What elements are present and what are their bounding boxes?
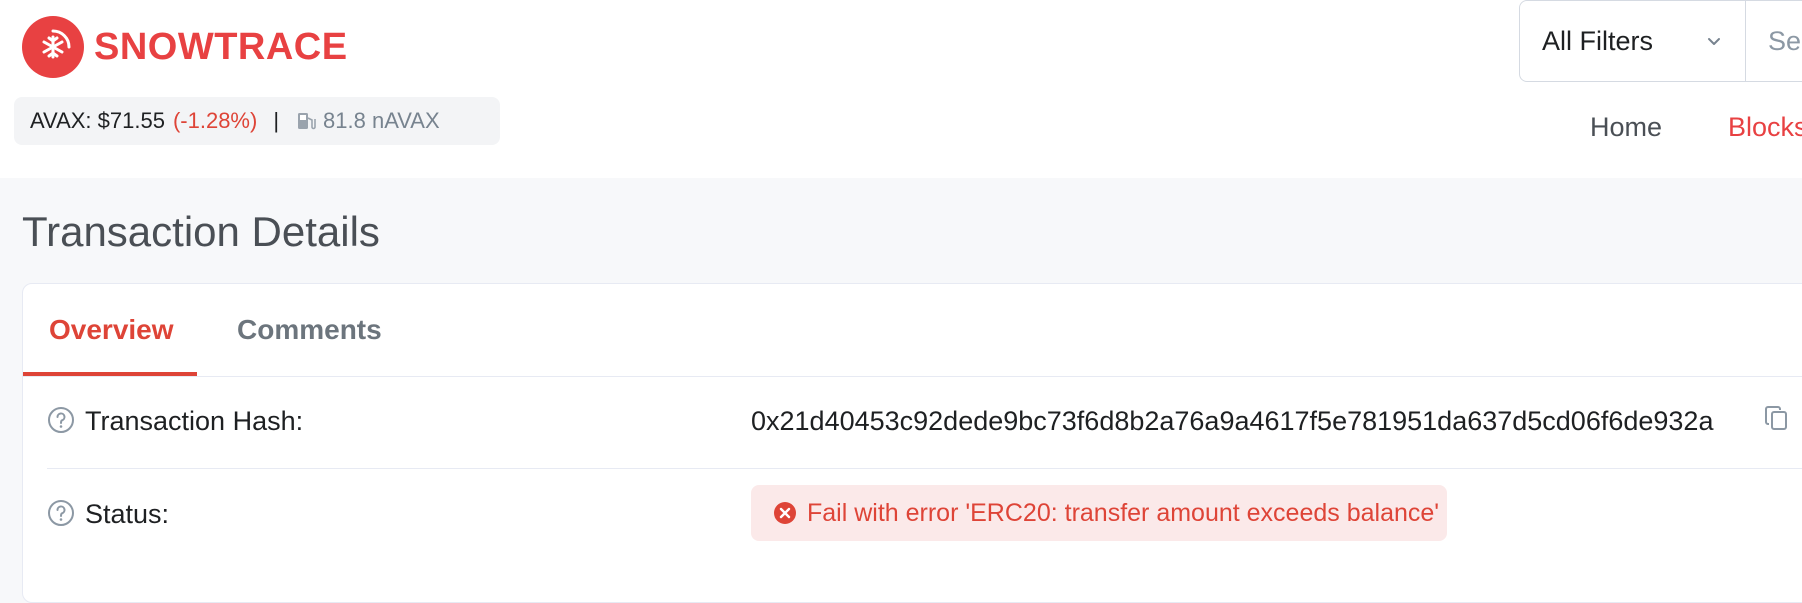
site-logo-text: SNOWTRACE (94, 25, 348, 68)
copy-icon[interactable] (1764, 404, 1790, 437)
question-circle-icon[interactable] (47, 499, 75, 532)
error-x-circle-icon (773, 501, 797, 525)
status-row: Status: Fail with error 'ERC20: transfer… (47, 469, 1802, 561)
snowflake-logo-icon (22, 16, 84, 78)
search-bar: All Filters Se (1519, 0, 1802, 82)
price-change: (-1.28%) (172, 108, 258, 133)
transaction-card: Overview Comments Transaction Hash: 0x21… (22, 283, 1802, 603)
tab-overview[interactable]: Overview (49, 314, 174, 346)
question-circle-icon[interactable] (47, 406, 75, 439)
site-header: SNOWTRACE AVAX: $71.55 (-1.28%) | 81.8 n… (0, 0, 1802, 178)
gas-price[interactable]: 81.8 nAVAX (323, 108, 440, 134)
status-label: Status: (85, 499, 170, 529)
price-ticker: AVAX: $71.55 (-1.28%) | 81.8 nAVAX (14, 97, 500, 145)
tab-bar: Overview Comments (23, 284, 1802, 377)
main-nav: Home Blocks (1590, 112, 1802, 143)
filter-dropdown-label: All Filters (1542, 25, 1654, 56)
gas-pump-icon[interactable] (295, 110, 317, 132)
status-text: Fail with error 'ERC20: transfer amount … (807, 498, 1440, 527)
page-title: Transaction Details (22, 208, 380, 255)
nav-blocks[interactable]: Blocks (1728, 112, 1802, 143)
chevron-down-icon (1705, 26, 1723, 57)
nav-home[interactable]: Home (1590, 112, 1662, 143)
avax-price: AVAX: $71.55 (30, 108, 165, 133)
ticker-separator: | (273, 108, 280, 133)
search-input[interactable]: Se (1746, 26, 1801, 57)
transaction-hash-row: Transaction Hash: 0x21d40453c92dede9bc73… (47, 376, 1802, 469)
transaction-hash-value: 0x21d40453c92dede9bc73f6d8b2a76a9a4617f5… (751, 406, 1714, 436)
filter-dropdown[interactable]: All Filters (1520, 1, 1746, 81)
transaction-hash-label: Transaction Hash: (85, 406, 304, 436)
status-badge: Fail with error 'ERC20: transfer amount … (751, 485, 1447, 541)
site-logo[interactable]: SNOWTRACE (22, 16, 348, 78)
tab-comments[interactable]: Comments (237, 314, 382, 346)
